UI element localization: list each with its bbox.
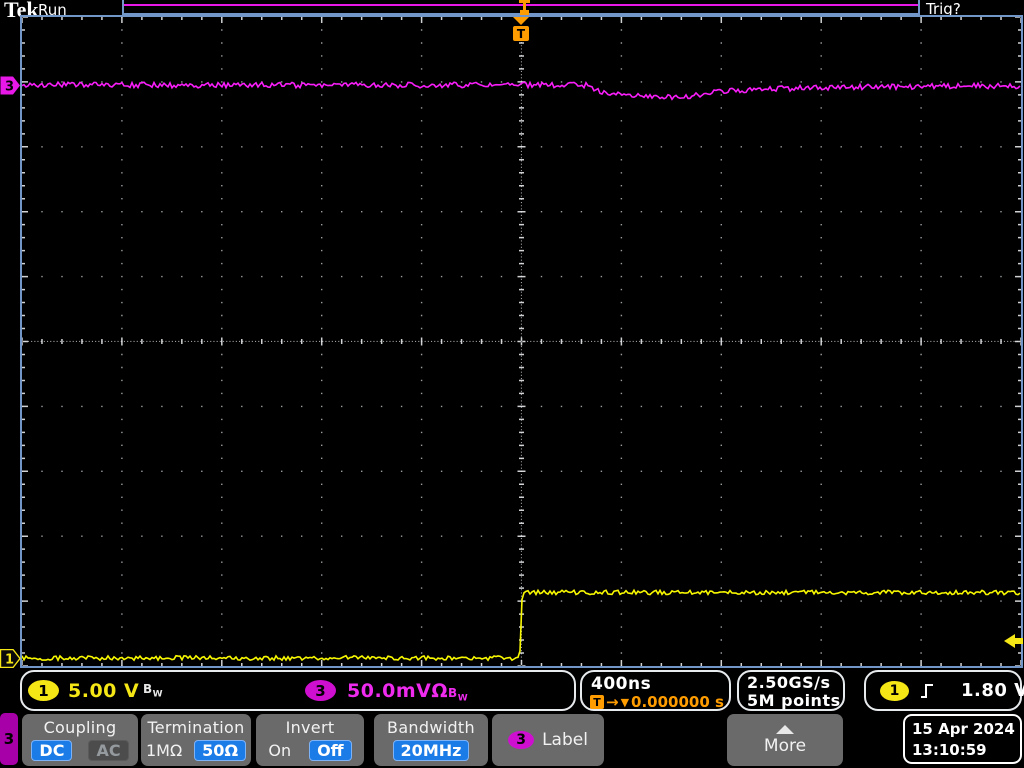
termination-label: Termination <box>147 718 245 737</box>
trigger-level-left-arrow-icon <box>1004 634 1015 648</box>
label-text: Label <box>542 730 588 750</box>
invert-off-option[interactable]: Off <box>309 740 352 761</box>
svg-text:1: 1 <box>5 653 14 668</box>
trigger-slope-icon <box>921 684 933 698</box>
ch3-bw-limit: BW <box>448 686 469 704</box>
termination-1mohm-option[interactable]: 1MΩ <box>146 741 182 760</box>
record-view-bar[interactable] <box>122 0 920 15</box>
bandwidth-label: Bandwidth <box>387 718 475 737</box>
ch1-ground-marker[interactable]: 1 <box>0 649 21 668</box>
invert-button[interactable]: Invert On Off <box>256 714 364 766</box>
trigger-t-icon: T <box>513 26 529 41</box>
ch1-scale: 5.00 V <box>68 680 140 702</box>
ch3-badge[interactable]: 3 <box>305 680 336 701</box>
trigger-level-value: 1.80 V <box>961 680 1024 701</box>
bandwidth-20mhz-option[interactable]: 20MHz <box>392 740 470 761</box>
ch1-badge[interactable]: 1 <box>28 680 59 701</box>
horizontal-position-value: 0.000000 s <box>631 693 724 711</box>
more-label: More <box>763 735 807 756</box>
grid-dots <box>22 17 1021 666</box>
date-text: 15 Apr 2024 <box>912 720 1015 738</box>
trigger-readout-box[interactable]: 1 1.80 V <box>864 670 1024 711</box>
more-button[interactable]: More <box>727 714 843 766</box>
channel3-menu-tab[interactable]: 3 <box>0 713 18 765</box>
trigger-down-arrow-icon <box>513 17 529 25</box>
trigger-level-arrow-tail <box>1015 638 1023 644</box>
invert-label: Invert <box>285 718 335 737</box>
bandwidth-button[interactable]: Bandwidth 20MHz <box>374 714 488 766</box>
delay-marker-icon: ▼ <box>620 695 630 709</box>
arrow-icon: → <box>606 693 619 711</box>
trigger-t-chip-icon: T <box>590 695 604 709</box>
oscilloscope-screen: Tek Run Trig? T 3 1 1 5.00 V BW 3 50.0mV… <box>0 0 1024 768</box>
sample-rate: 2.50GS/s <box>747 673 831 692</box>
ch3-impedance: Ω <box>431 680 449 702</box>
svg-text:3: 3 <box>5 80 14 95</box>
time-text: 13:10:59 <box>912 741 987 759</box>
ch3-scale: 50.0mVΩBW <box>347 680 469 704</box>
coupling-ac-option[interactable]: AC <box>88 740 129 761</box>
ch3-ground-marker[interactable]: 3 <box>0 76 21 95</box>
acquisition-readout-box[interactable]: 2.50GS/s 5M points <box>737 670 845 711</box>
trigger-position-marker[interactable]: T <box>513 17 529 41</box>
trigger-source-badge[interactable]: 1 <box>880 681 909 701</box>
termination-button[interactable]: Termination 1MΩ 50Ω <box>141 714 251 766</box>
timebase-value: 400ns <box>591 674 652 694</box>
label-button[interactable]: 3 Label <box>492 714 604 766</box>
graticule-canvas <box>22 17 1021 666</box>
invert-on-option[interactable]: On <box>268 741 291 760</box>
termination-50ohm-option[interactable]: 50Ω <box>194 740 247 761</box>
horizontal-position: T → ▼ 0.000000 s <box>590 693 724 711</box>
coupling-dc-option[interactable]: DC <box>31 740 73 761</box>
horizontal-readout-box[interactable]: 400ns T → ▼ 0.000000 s <box>580 670 731 711</box>
more-up-arrow-icon <box>776 724 794 734</box>
ch1-bw-limit: BW <box>143 682 164 700</box>
channel-readout-box[interactable]: 1 5.00 V BW 3 50.0mVΩBW <box>20 670 576 711</box>
record-view-trigger-marker-icon[interactable] <box>519 0 530 15</box>
graticule <box>20 15 1023 668</box>
label-ch3-badge: 3 <box>508 731 535 749</box>
record-length: 5M points <box>747 691 841 710</box>
datetime-box: 15 Apr 2024 13:10:59 <box>903 714 1022 764</box>
coupling-button[interactable]: Coupling DC AC <box>22 714 138 766</box>
coupling-label: Coupling <box>43 718 117 737</box>
trigger-level-arrow[interactable] <box>1004 634 1023 648</box>
